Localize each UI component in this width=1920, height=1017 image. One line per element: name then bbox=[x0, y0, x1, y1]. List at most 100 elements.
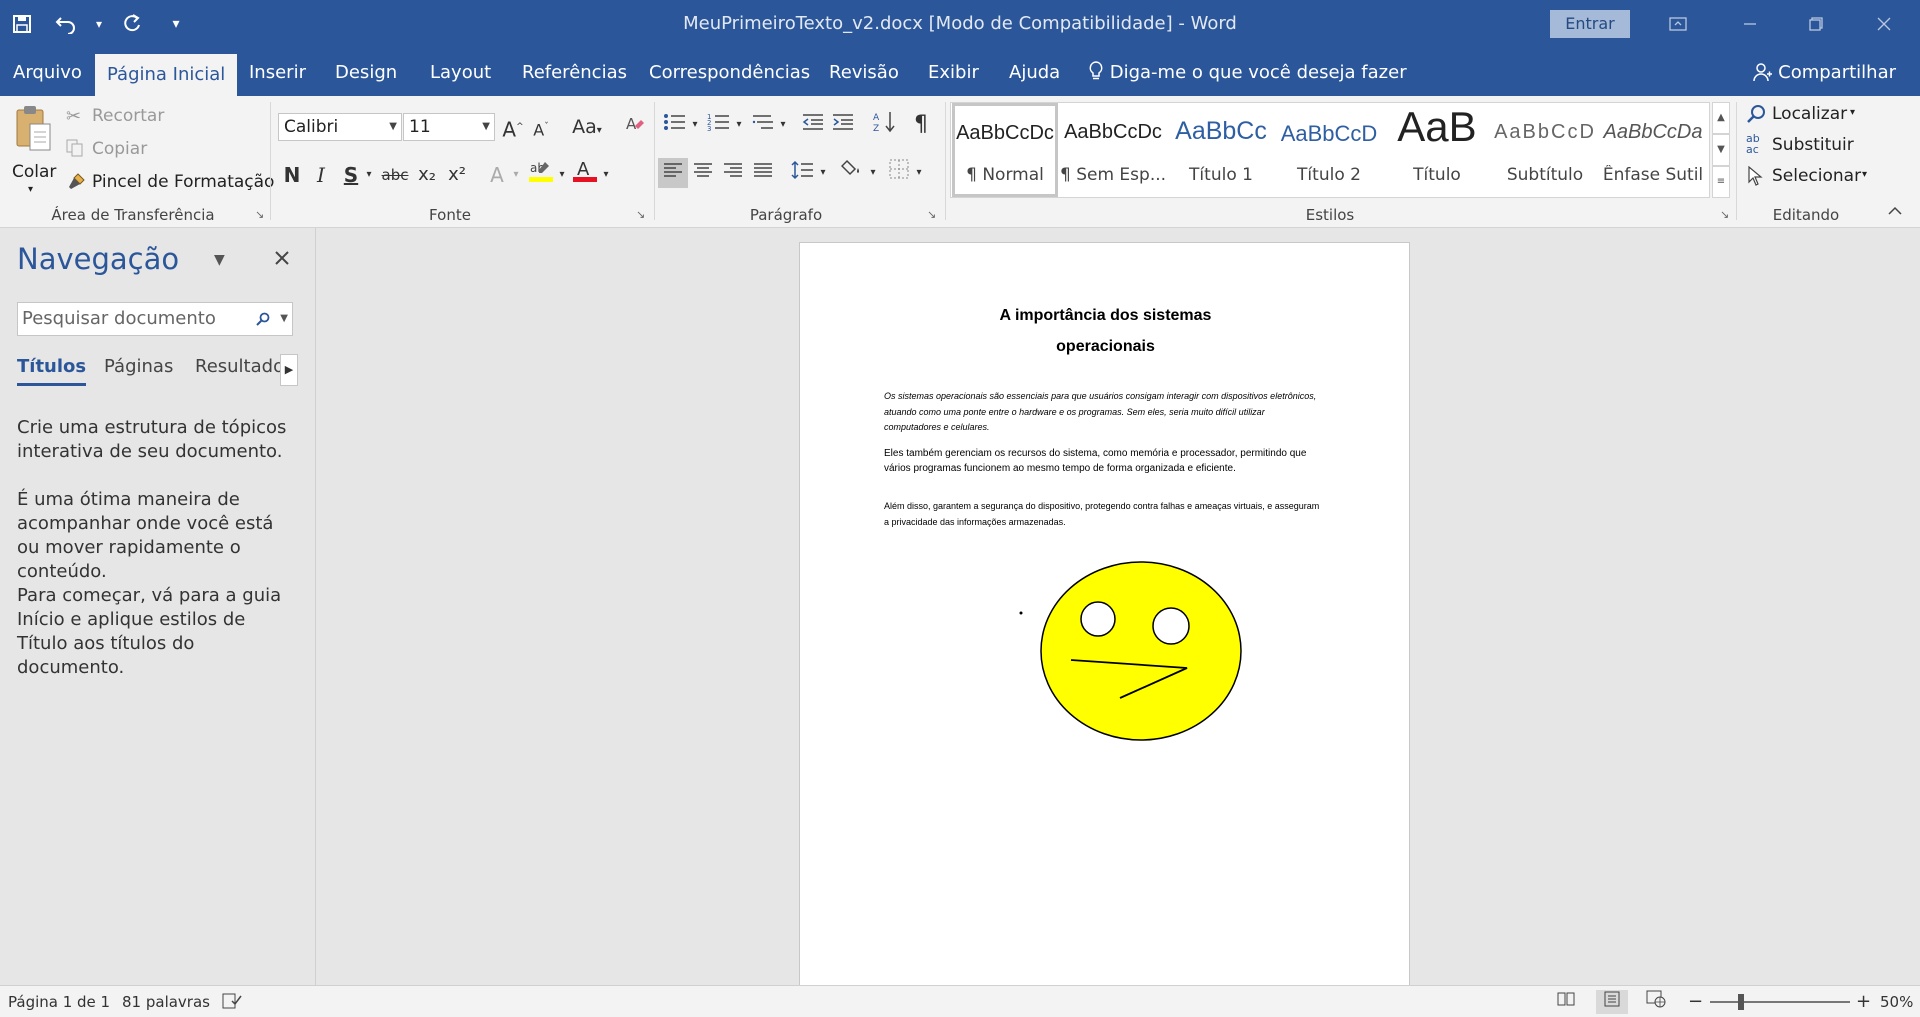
numbering-dropdown-icon[interactable]: ▾ bbox=[732, 110, 746, 140]
select-dropdown-icon[interactable]: ▾ bbox=[1862, 169, 1867, 180]
tell-me-search[interactable]: Diga-me o que você deseja fazer bbox=[1088, 48, 1407, 96]
share-button[interactable]: Compartilhar bbox=[1752, 48, 1896, 96]
search-icon[interactable] bbox=[256, 303, 270, 335]
web-layout-icon[interactable] bbox=[1640, 990, 1672, 1014]
sign-in-button[interactable]: Entrar bbox=[1550, 10, 1630, 38]
gallery-more-icon[interactable]: ≡ bbox=[1712, 166, 1730, 198]
tab-layout[interactable]: Layout bbox=[418, 48, 503, 96]
highlight-color-button[interactable]: ab bbox=[526, 158, 556, 188]
numbering-icon[interactable]: 123 bbox=[704, 110, 734, 140]
zoom-out-button[interactable]: − bbox=[1688, 986, 1703, 1017]
superscript-button[interactable]: x² bbox=[442, 160, 472, 190]
style-title[interactable]: AaB Título bbox=[1384, 103, 1490, 197]
close-icon[interactable] bbox=[274, 244, 290, 272]
bold-button[interactable]: N bbox=[277, 160, 307, 190]
undo-dropdown-icon[interactable]: ▾ bbox=[88, 0, 110, 48]
multilevel-list-icon[interactable] bbox=[748, 110, 778, 140]
tab-design[interactable]: Design bbox=[323, 48, 409, 96]
tab-inserir[interactable]: Inserir bbox=[237, 48, 318, 96]
shading-dropdown-icon[interactable]: ▾ bbox=[866, 158, 880, 188]
align-center-icon[interactable] bbox=[688, 158, 718, 188]
undo-icon[interactable] bbox=[44, 0, 88, 48]
print-layout-icon[interactable] bbox=[1596, 990, 1628, 1014]
customize-qat-icon[interactable]: ▾ bbox=[154, 0, 198, 48]
font-name-combo[interactable]: Calibri ▼ bbox=[278, 113, 402, 141]
shrink-font-icon[interactable]: Aˇ bbox=[526, 112, 556, 142]
bullets-icon[interactable] bbox=[660, 110, 690, 140]
styles-launcher-icon[interactable]: ↘ bbox=[1720, 208, 1729, 221]
nav-tab-headings[interactable]: Títulos bbox=[17, 356, 87, 386]
ribbon-display-options-icon[interactable] bbox=[1650, 0, 1706, 48]
document-page[interactable]: A importância dos sistemas operacionais … bbox=[799, 242, 1410, 985]
subscript-button[interactable]: x₂ bbox=[412, 160, 442, 190]
redo-icon[interactable] bbox=[110, 0, 154, 48]
style-heading-1[interactable]: AaBbCc Título 1 bbox=[1168, 103, 1274, 197]
nav-search-input[interactable]: Pesquisar documento ▼ bbox=[17, 302, 293, 336]
grow-font-icon[interactable]: A^ bbox=[498, 112, 528, 142]
smiley-face-circle[interactable] bbox=[1040, 561, 1242, 741]
style-subtitle[interactable]: AaBbCcD Subtítulo bbox=[1492, 103, 1598, 197]
zoom-slider-thumb[interactable] bbox=[1738, 994, 1745, 1010]
word-count[interactable]: 81 palavras bbox=[122, 986, 210, 1017]
borders-dropdown-icon[interactable]: ▾ bbox=[912, 158, 926, 188]
smiley-face-drawing[interactable] bbox=[800, 243, 1411, 985]
gallery-scroll-up-icon[interactable]: ▲ bbox=[1712, 102, 1730, 134]
close-window-icon[interactable] bbox=[1856, 0, 1912, 48]
align-left-icon[interactable] bbox=[658, 158, 688, 188]
paragraph-launcher-icon[interactable]: ↘ bbox=[927, 208, 936, 221]
zoom-slider[interactable] bbox=[1710, 1001, 1850, 1003]
read-mode-icon[interactable] bbox=[1550, 990, 1582, 1014]
zoom-level[interactable]: 50% bbox=[1880, 986, 1913, 1017]
tab-correspondencias[interactable]: Correspondências bbox=[637, 48, 822, 96]
increase-indent-icon[interactable] bbox=[828, 110, 858, 140]
paste-button[interactable]: Colar ▾ bbox=[8, 104, 58, 195]
zoom-in-button[interactable]: + bbox=[1856, 986, 1871, 1017]
gallery-scroll-down-icon[interactable]: ▼ bbox=[1712, 134, 1730, 166]
clear-formatting-icon[interactable]: A bbox=[620, 112, 650, 142]
italic-button[interactable]: I bbox=[306, 160, 336, 190]
strikethrough-button[interactable]: abc bbox=[380, 160, 410, 190]
tab-arquivo[interactable]: Arquivo bbox=[1, 48, 94, 96]
style-no-spacing[interactable]: AaBbCcDc ¶ Sem Esp... bbox=[1060, 103, 1166, 197]
justify-icon[interactable] bbox=[748, 158, 778, 188]
font-color-dropdown-icon[interactable]: ▾ bbox=[598, 160, 614, 190]
restore-icon[interactable] bbox=[1788, 0, 1844, 48]
shading-icon[interactable] bbox=[838, 158, 868, 188]
bullets-dropdown-icon[interactable]: ▾ bbox=[688, 110, 702, 140]
style-heading-2[interactable]: AaBbCcD Título 2 bbox=[1276, 103, 1382, 197]
show-formatting-marks-icon[interactable]: ¶ bbox=[906, 110, 936, 140]
tab-ajuda[interactable]: Ajuda bbox=[997, 48, 1072, 96]
style-subtle-emphasis[interactable]: AaBbCcDa Ênfase Sutil bbox=[1600, 103, 1706, 197]
page-count[interactable]: Página 1 de 1 bbox=[8, 986, 110, 1017]
smiley-left-eye[interactable] bbox=[1080, 601, 1116, 637]
borders-icon[interactable] bbox=[884, 158, 914, 188]
underline-dropdown-icon[interactable]: ▾ bbox=[360, 160, 378, 190]
align-right-icon[interactable] bbox=[718, 158, 748, 188]
collapse-ribbon-icon[interactable] bbox=[1888, 204, 1902, 220]
tab-pagina-inicial[interactable]: Página Inicial bbox=[95, 54, 238, 96]
clipboard-launcher-icon[interactable]: ↘ bbox=[255, 208, 264, 221]
multilevel-dropdown-icon[interactable]: ▾ bbox=[776, 110, 790, 140]
proofing-icon[interactable] bbox=[222, 986, 242, 1017]
nav-tab-pages[interactable]: Páginas bbox=[104, 356, 173, 377]
tab-referencias[interactable]: Referências bbox=[510, 48, 639, 96]
font-launcher-icon[interactable]: ↘ bbox=[636, 208, 645, 221]
text-effects-dropdown-icon[interactable]: ▾ bbox=[508, 160, 524, 190]
highlight-dropdown-icon[interactable]: ▾ bbox=[554, 160, 570, 190]
find-dropdown-icon[interactable]: ▾ bbox=[1850, 107, 1855, 118]
paste-dropdown-icon[interactable]: ▾ bbox=[28, 184, 33, 195]
minimize-icon[interactable] bbox=[1722, 0, 1778, 48]
smiley-right-eye[interactable] bbox=[1152, 607, 1190, 645]
nav-tabs-scroll-right-icon[interactable]: ▶ bbox=[280, 354, 298, 386]
tab-exibir[interactable]: Exibir bbox=[916, 48, 991, 96]
chevron-down-icon[interactable]: ▼ bbox=[214, 252, 225, 268]
change-case-button[interactable]: Aa▾ bbox=[566, 112, 608, 142]
decrease-indent-icon[interactable] bbox=[798, 110, 828, 140]
line-spacing-icon[interactable] bbox=[788, 158, 818, 188]
line-spacing-dropdown-icon[interactable]: ▾ bbox=[816, 158, 830, 188]
save-icon[interactable] bbox=[0, 0, 44, 48]
nav-tab-results[interactable]: Resultados bbox=[195, 356, 293, 377]
font-size-combo[interactable]: 11 ▼ bbox=[403, 113, 495, 141]
font-color-button[interactable]: A bbox=[570, 158, 600, 188]
style-normal[interactable]: AaBbCcDc ¶ Normal bbox=[952, 103, 1058, 197]
